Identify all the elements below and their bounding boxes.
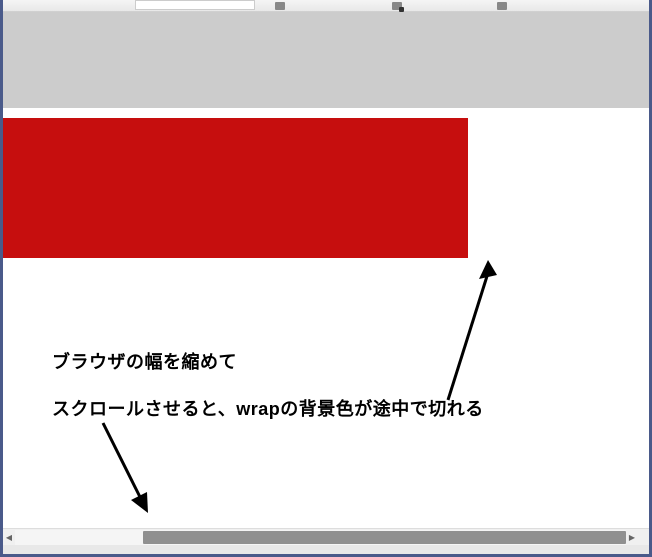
browser-toolbar bbox=[0, 0, 652, 12]
red-wrap-block bbox=[3, 118, 468, 258]
scrollbar-corner bbox=[638, 528, 649, 545]
arrow-to-cutoff-icon bbox=[433, 255, 503, 405]
arrow-to-scrollbar-icon bbox=[73, 418, 163, 518]
annotation-line-1: ブラウザの幅を縮めて bbox=[52, 348, 237, 374]
annotation-line-2: スクロールさせると、wrapの背景色が途中で切れる bbox=[52, 395, 484, 421]
url-input[interactable] bbox=[135, 0, 255, 10]
scrollbar-track[interactable] bbox=[15, 530, 626, 545]
scroll-right-arrow-icon[interactable]: ▶ bbox=[626, 530, 638, 545]
scroll-left-arrow-icon[interactable]: ◀ bbox=[3, 530, 15, 545]
horizontal-scrollbar[interactable]: ◀ ▶ bbox=[3, 528, 638, 545]
gray-header-band bbox=[3, 12, 649, 108]
toolbar-icon-1[interactable] bbox=[275, 2, 285, 10]
toolbar-icon-3[interactable] bbox=[497, 2, 507, 10]
window-bottom-edge bbox=[3, 545, 649, 554]
toolbar-icon-2[interactable] bbox=[392, 2, 402, 10]
viewport: ブラウザの幅を縮めて スクロールさせると、wrapの背景色が途中で切れる bbox=[3, 12, 649, 528]
scrollbar-thumb[interactable] bbox=[143, 531, 626, 544]
